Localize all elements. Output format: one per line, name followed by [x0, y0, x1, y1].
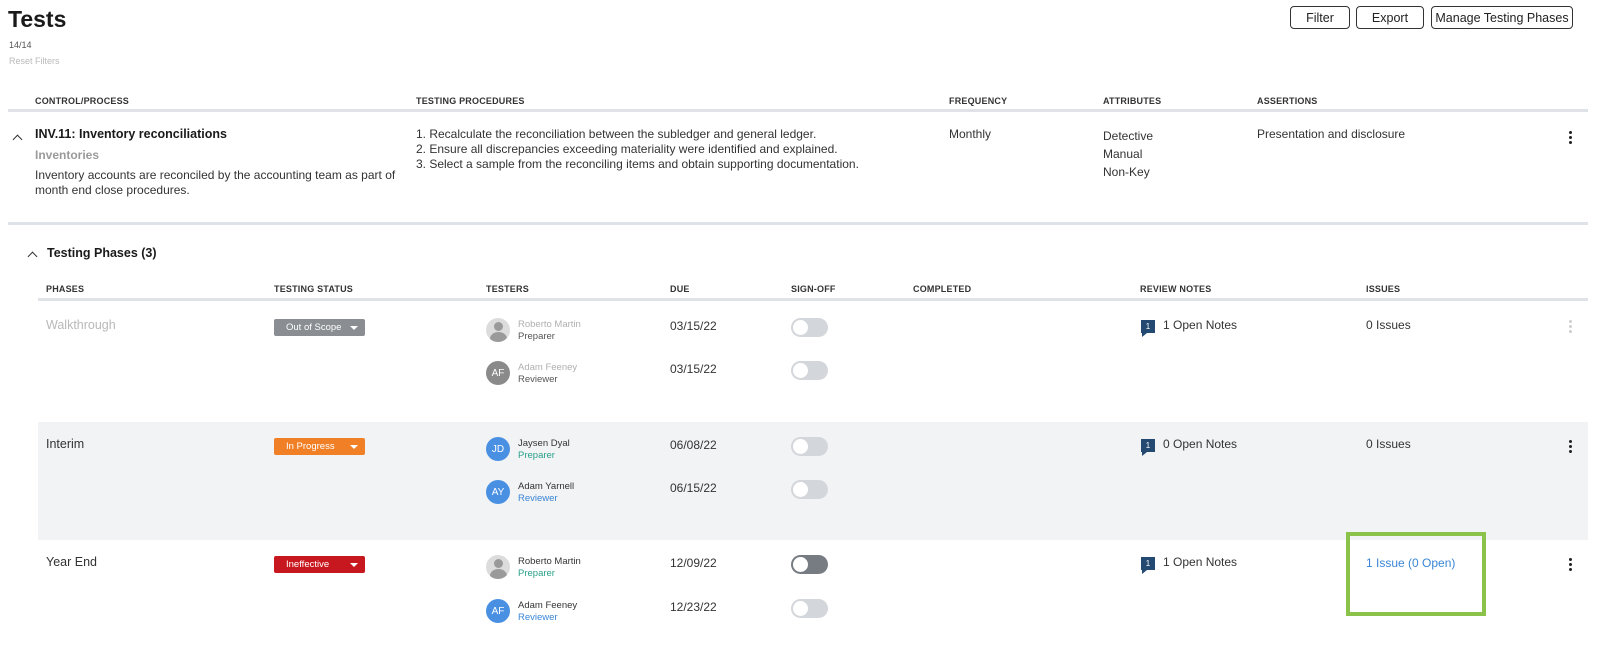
frequency-value: Monthly — [949, 127, 992, 141]
filter-button[interactable]: Filter — [1290, 6, 1350, 29]
export-button[interactable]: Export — [1356, 6, 1424, 29]
collapse-phases-caret-icon[interactable] — [27, 251, 38, 262]
control-process: Inventories — [35, 148, 100, 162]
avatar: AF — [486, 599, 510, 623]
phase-name: Year End — [46, 555, 97, 569]
col-review-notes: REVIEW NOTES — [1140, 284, 1212, 294]
col-testing-procedures: TESTING PROCEDURES — [416, 96, 525, 106]
status-label: Ineffective — [286, 559, 330, 570]
tester-role: Reviewer — [518, 612, 558, 623]
attribute-item: Non-Key — [1103, 165, 1150, 179]
review-notes[interactable]: 0 Open Notes — [1163, 437, 1237, 451]
col-testers: TESTERS — [486, 284, 529, 294]
testing-phases-title: Testing Phases (3) — [47, 246, 157, 260]
procedure-item: 2. Ensure all discrepancies exceeding ma… — [416, 142, 838, 156]
review-notes[interactable]: 1 Open Notes — [1163, 318, 1237, 332]
control-description: Inventory accounts are reconciled by the… — [35, 168, 396, 197]
due-date: 12/09/22 — [670, 556, 717, 570]
avatar — [486, 555, 510, 579]
attribute-item: Detective — [1103, 129, 1154, 143]
tester-role: Preparer — [518, 568, 555, 579]
assertions-value: Presentation and disclosure — [1257, 127, 1406, 141]
tester-role: Preparer — [518, 450, 555, 461]
due-date: 06/08/22 — [670, 438, 717, 452]
col-sign-off: SIGN-OFF — [791, 284, 836, 294]
sign-off-toggle[interactable] — [791, 599, 828, 618]
collapse-control-caret-icon[interactable] — [12, 134, 23, 145]
highlight-box — [1346, 532, 1486, 616]
row-more-icon[interactable] — [1569, 558, 1573, 571]
tester-name: Adam Yarnell — [518, 481, 575, 492]
issues-count: 0 Issues — [1366, 437, 1411, 451]
review-note-icon[interactable]: 1 — [1141, 320, 1155, 337]
tester-name: Jaysen Dyal — [518, 438, 570, 449]
page-title: Tests — [8, 6, 67, 32]
tester-role: Reviewer — [518, 493, 558, 504]
col-phases: PHASES — [46, 284, 85, 294]
testing-procedures: 1. Recalculate the reconciliation betwee… — [416, 127, 859, 172]
tester-name: Adam Feeney — [518, 362, 578, 373]
dropdown-arrow-icon — [350, 563, 358, 567]
row-more-icon[interactable] — [1569, 440, 1573, 453]
col-testing-status: TESTING STATUS — [274, 284, 353, 294]
col-due: DUE — [670, 284, 690, 294]
procedure-item: 1. Recalculate the reconciliation betwee… — [416, 127, 817, 141]
header-divider — [8, 109, 1588, 112]
due-date: 03/15/22 — [670, 319, 717, 333]
status-dropdown[interactable]: In Progress — [274, 438, 365, 455]
due-date: 03/15/22 — [670, 362, 717, 376]
review-notes[interactable]: 1 Open Notes — [1163, 555, 1237, 569]
tester-role: Reviewer — [518, 374, 558, 385]
sign-off-toggle[interactable] — [791, 437, 828, 456]
sign-off-toggle[interactable] — [791, 555, 828, 574]
procedure-item: 3. Select a sample from the reconciling … — [416, 157, 859, 171]
control-more-icon[interactable] — [1569, 131, 1573, 144]
col-frequency: FREQUENCY — [949, 96, 1008, 106]
col-issues: ISSUES — [1366, 284, 1401, 294]
dropdown-arrow-icon — [350, 326, 358, 330]
tester-name: Roberto Martin — [518, 319, 581, 330]
sign-off-toggle[interactable] — [791, 318, 828, 337]
issues-count: 0 Issues — [1366, 318, 1411, 332]
phases-header-divider — [38, 298, 1588, 301]
attributes-list: Detective Manual Non-Key — [1103, 127, 1153, 181]
row-more-icon[interactable] — [1569, 320, 1573, 333]
due-date: 06/15/22 — [670, 481, 717, 495]
tester-role: Preparer — [518, 331, 555, 342]
avatar — [486, 318, 510, 342]
tester-name: Roberto Martin — [518, 556, 581, 567]
review-note-icon[interactable]: 1 — [1141, 439, 1155, 456]
col-attributes: ATTRIBUTES — [1103, 96, 1162, 106]
status-dropdown[interactable]: Ineffective — [274, 556, 365, 573]
control-title: INV.11: Inventory reconciliations — [35, 127, 227, 141]
col-control-process: CONTROL/PROCESS — [35, 96, 130, 106]
sign-off-toggle[interactable] — [791, 480, 828, 499]
status-dropdown[interactable]: Out of Scope — [274, 319, 365, 336]
status-label: In Progress — [286, 441, 335, 452]
review-note-icon[interactable]: 1 — [1141, 557, 1155, 574]
manage-testing-phases-button[interactable]: Manage Testing Phases — [1431, 6, 1573, 29]
phase-name: Walkthrough — [46, 318, 116, 332]
result-count: 14/14 — [9, 40, 32, 50]
col-assertions: ASSERTIONS — [1257, 96, 1318, 106]
reset-filters-link[interactable]: Reset Filters — [9, 56, 60, 66]
dropdown-arrow-icon — [350, 445, 358, 449]
attribute-item: Manual — [1103, 147, 1143, 161]
due-date: 12/23/22 — [670, 600, 717, 614]
avatar: AF — [486, 361, 510, 385]
status-label: Out of Scope — [286, 322, 342, 333]
tester-name: Adam Feeney — [518, 600, 578, 611]
avatar: AY — [486, 480, 510, 504]
phase-name: Interim — [46, 437, 85, 451]
avatar: JD — [486, 437, 510, 461]
control-divider — [8, 222, 1588, 225]
col-completed: COMPLETED — [913, 284, 972, 294]
sign-off-toggle[interactable] — [791, 361, 828, 380]
